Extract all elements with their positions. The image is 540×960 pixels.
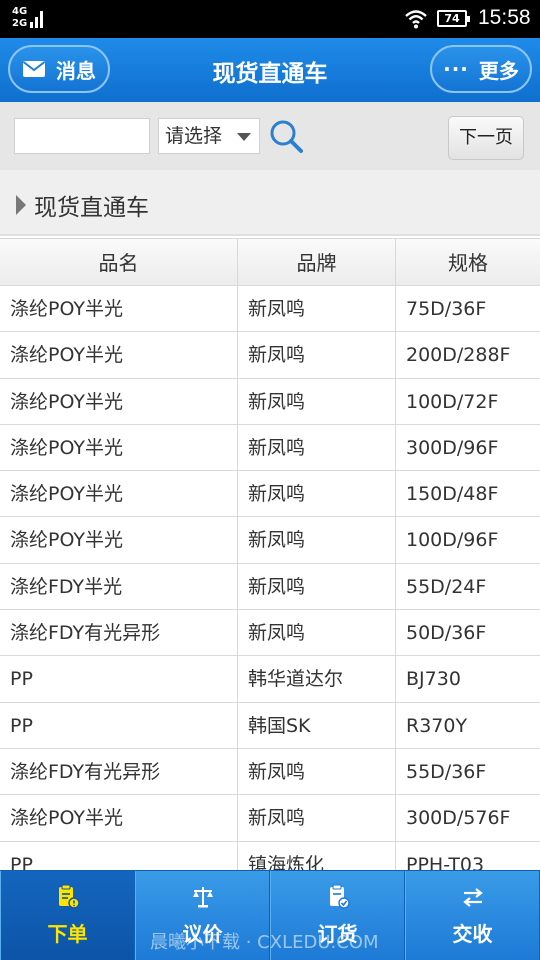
table-row[interactable]: 涤纶FDY有光异形 新凤鸣 50D/36F xyxy=(0,610,540,657)
section-header: 现货直通车 xyxy=(0,170,540,236)
brand-cell: 新凤鸣 xyxy=(238,748,396,795)
table-row[interactable]: PP 韩华道达尔 BJ730 xyxy=(0,656,540,703)
product-name-cell: 涤纶POY半光 xyxy=(0,517,238,563)
scale-icon xyxy=(192,887,213,908)
product-name-cell: PP xyxy=(0,702,238,748)
tab-purchase-label: 订货 xyxy=(317,922,358,946)
product-name-cell: PP xyxy=(0,656,238,702)
table-header-row: 品名 品牌 规格 xyxy=(0,238,540,286)
status-bar: 4G 2G 74 15:58 xyxy=(0,0,540,38)
section-arrow-icon xyxy=(16,195,26,215)
message-label: 消息 xyxy=(56,58,96,83)
spec-cell: 50D/36F xyxy=(406,622,487,645)
tab-delivery[interactable]: 交收 xyxy=(405,871,540,960)
table-row[interactable]: 涤纶POY半光 新凤鸣 100D/72F xyxy=(0,378,540,425)
spec-cell: 55D/24F xyxy=(406,575,487,598)
more-label: 更多 xyxy=(478,58,519,83)
brand-cell: 新凤鸣 xyxy=(238,795,396,841)
category-select-value: 请选择 xyxy=(165,125,223,147)
more-button[interactable]: ··· 更多 xyxy=(430,45,532,93)
product-name-cell: 涤纶FDY有光异形 xyxy=(0,610,238,656)
product-name-cell: 涤纶POY半光 xyxy=(0,471,238,517)
spec-cell: 300D/96F xyxy=(406,436,499,459)
brand-cell: 新凤鸣 xyxy=(238,610,396,656)
spec-cell: BJ730 xyxy=(406,668,461,691)
product-name-cell: 涤纶POY半光 xyxy=(0,795,238,841)
brand-cell: 新凤鸣 xyxy=(238,378,396,424)
brand-cell: 韩华道达尔 xyxy=(238,656,396,702)
product-table: 品名 品牌 规格 涤纶POY半光 新凤鸣 75D/36F 涤纶POY半光 新凤鸣… xyxy=(0,238,540,888)
next-page-button[interactable]: 下一页 xyxy=(448,116,524,160)
product-name-cell: 涤纶FDY有光异形 xyxy=(0,748,238,795)
more-dots-icon: ··· xyxy=(443,57,469,81)
spec-cell: 150D/48F xyxy=(406,483,499,506)
status-time: 15:58 xyxy=(478,6,531,29)
column-header-name: 品名 xyxy=(0,239,238,285)
search-icon[interactable] xyxy=(268,118,304,154)
tab-purchase[interactable]: 订货 xyxy=(270,871,405,960)
category-select[interactable]: 请选择 xyxy=(158,118,260,154)
search-bar: 请选择 下一页 xyxy=(0,102,540,170)
spec-cell: 55D/36F xyxy=(406,760,487,783)
search-input[interactable] xyxy=(14,118,150,154)
brand-cell: 新凤鸣 xyxy=(238,424,396,471)
message-button[interactable]: 消息 xyxy=(8,45,110,93)
table-row[interactable]: 涤纶FDY有光异形 新凤鸣 55D/36F xyxy=(0,748,540,796)
mail-icon xyxy=(22,61,46,77)
table-row[interactable]: 涤纶POY半光 新凤鸣 150D/48F xyxy=(0,471,540,518)
spec-cell: 300D/576F xyxy=(406,807,511,830)
table-row[interactable]: 涤纶POY半光 新凤鸣 100D/96F xyxy=(0,517,540,564)
product-name-cell: 涤纶POY半光 xyxy=(0,424,238,471)
order-icon xyxy=(58,884,80,909)
table-row[interactable]: PP 韩国SK R370Y xyxy=(0,702,540,749)
tab-delivery-label: 交收 xyxy=(452,922,493,946)
tab-bargain[interactable]: 议价 xyxy=(135,871,270,960)
product-name-cell: 涤纶FDY半光 xyxy=(0,563,238,610)
brand-cell: 新凤鸣 xyxy=(238,471,396,517)
brand-cell: 新凤鸣 xyxy=(238,286,396,332)
brand-cell: 新凤鸣 xyxy=(238,332,396,378)
app-header: 消息 现货直通车 ··· 更多 xyxy=(0,38,540,102)
tab-order[interactable]: 下单 xyxy=(0,871,135,960)
network-type-bottom: 2G xyxy=(12,18,28,29)
network-type-top: 4G xyxy=(12,6,28,17)
spec-cell: 75D/36F xyxy=(406,298,487,320)
product-name-cell: 涤纶POY半光 xyxy=(0,286,238,332)
column-header-spec: 规格 xyxy=(448,251,488,275)
table-row[interactable]: 涤纶FDY半光 新凤鸣 55D/24F xyxy=(0,563,540,611)
signal-icon xyxy=(30,11,43,28)
tab-bargain-label: 议价 xyxy=(182,922,223,946)
wifi-icon xyxy=(405,10,427,29)
chevron-down-icon xyxy=(237,133,251,141)
battery-icon: 74 xyxy=(437,10,470,27)
network-indicator: 4G 2G xyxy=(12,6,27,30)
table-row[interactable]: 涤纶POY半光 新凤鸣 300D/96F xyxy=(0,424,540,472)
table-row[interactable]: 涤纶POY半光 新凤鸣 300D/576F xyxy=(0,795,540,842)
spec-cell: R370Y xyxy=(406,714,468,737)
clipboard-check-icon xyxy=(329,884,350,909)
exchange-icon xyxy=(462,888,483,907)
spec-cell: 200D/288F xyxy=(406,344,511,367)
product-name-cell: 涤纶POY半光 xyxy=(0,378,238,424)
bottom-tab-bar: 下单 议价 订货 交收 xyxy=(0,870,540,960)
brand-cell: 韩国SK xyxy=(238,702,396,748)
brand-cell: 新凤鸣 xyxy=(238,563,396,610)
spec-cell: 100D/96F xyxy=(406,529,499,552)
section-title: 现货直通车 xyxy=(34,195,149,221)
product-name-cell: 涤纶POY半光 xyxy=(0,332,238,378)
table-row[interactable]: 涤纶POY半光 新凤鸣 75D/36F xyxy=(0,286,540,333)
brand-cell: 新凤鸣 xyxy=(238,517,396,563)
tab-order-label: 下单 xyxy=(47,922,88,946)
spec-cell: 100D/72F xyxy=(406,390,499,413)
column-header-brand: 品牌 xyxy=(238,239,396,285)
table-row[interactable]: 涤纶POY半光 新凤鸣 200D/288F xyxy=(0,332,540,379)
